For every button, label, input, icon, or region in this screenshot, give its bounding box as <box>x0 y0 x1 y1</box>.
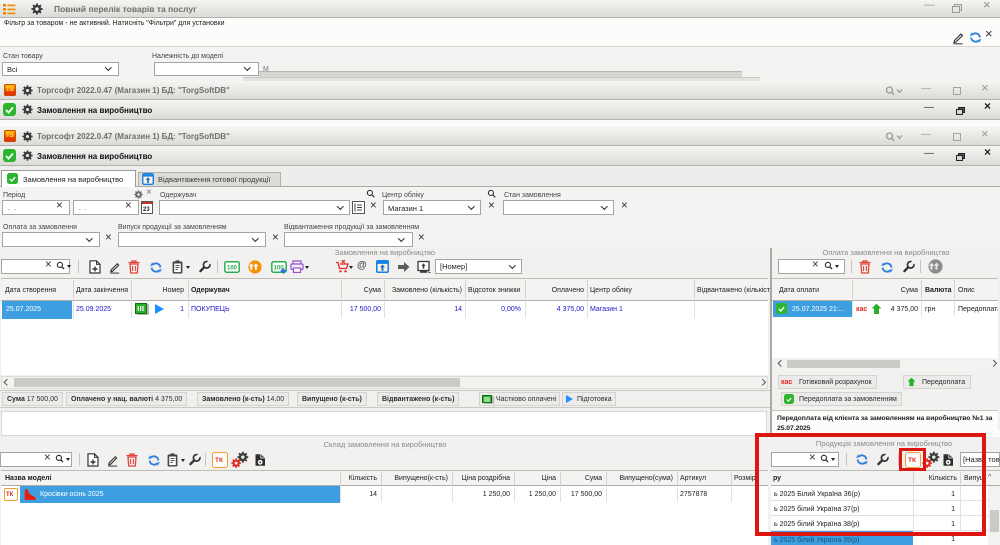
svg-text:100: 100 <box>227 266 238 272</box>
